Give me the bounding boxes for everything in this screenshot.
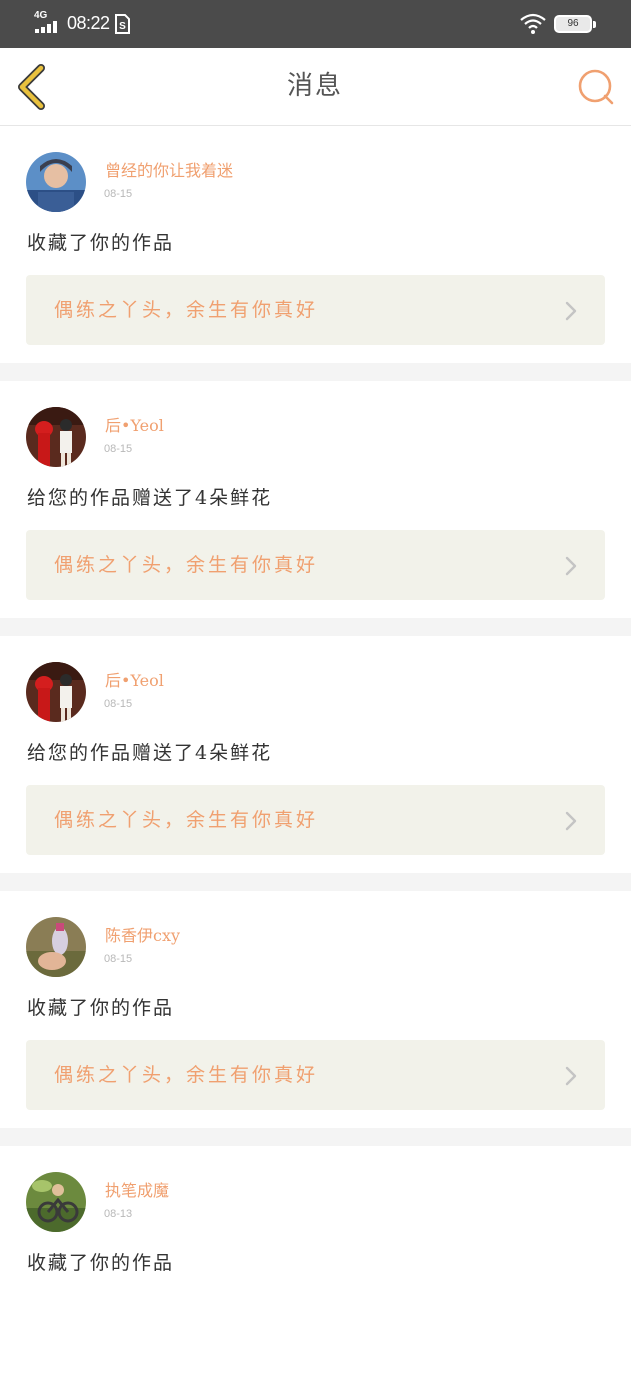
avatar[interactable] — [26, 152, 86, 212]
action-text: 收藏了你的作品 — [27, 1252, 175, 1274]
message-date: 08-13 — [104, 1208, 133, 1220]
message-item[interactable]: 曾经的你让我着迷 08-15 收藏了你的作品 偶练之丫头，余生有你真好 — [0, 126, 631, 363]
divider — [0, 1128, 631, 1146]
action-text: 给您的作品赠送了4朵鲜花 — [27, 742, 273, 764]
username[interactable]: 执笔成魔 — [105, 1180, 169, 1202]
network-type: 4G — [34, 10, 48, 21]
work-title: 偶练之丫头，余生有你真好 — [54, 1064, 319, 1086]
chevron-left-icon[interactable] — [14, 64, 50, 110]
status-bar: 4G 08:22 S 96 — [0, 0, 631, 48]
action-text: 收藏了你的作品 — [27, 232, 175, 254]
divider — [0, 873, 631, 891]
username[interactable]: 后•Yeol — [105, 415, 164, 437]
sim-icon: S — [115, 14, 130, 34]
message-date: 08-15 — [104, 953, 133, 965]
battery-level: 96 — [567, 18, 579, 29]
username[interactable]: 陈香伊cxy — [105, 925, 180, 947]
chevron-right-icon — [565, 1066, 577, 1086]
signal-icon — [35, 21, 61, 33]
divider — [0, 618, 631, 636]
work-title: 偶练之丫头，余生有你真好 — [54, 554, 319, 576]
work-title: 偶练之丫头，余生有你真好 — [54, 299, 319, 321]
action-text: 收藏了你的作品 — [27, 997, 175, 1019]
title-bar: 消息 — [0, 48, 631, 126]
message-list: 曾经的你让我着迷 08-15 收藏了你的作品 偶练之丫头，余生有你真好 后•Ye — [0, 126, 631, 1383]
username[interactable]: 后•Yeol — [105, 670, 164, 692]
message-date: 08-15 — [104, 698, 133, 710]
avatar[interactable] — [26, 1172, 86, 1232]
battery-icon: 96 — [554, 15, 592, 33]
avatar[interactable] — [26, 407, 86, 467]
battery-tip — [593, 21, 596, 28]
work-card[interactable]: 偶练之丫头，余生有你真好 — [26, 785, 605, 855]
search-icon[interactable] — [574, 66, 616, 108]
message-item[interactable]: 陈香伊cxy 08-15 收藏了你的作品 偶练之丫头，余生有你真好 — [0, 891, 631, 1128]
work-card[interactable]: 偶练之丫头，余生有你真好 — [26, 530, 605, 600]
username[interactable]: 曾经的你让我着迷 — [105, 160, 233, 182]
chevron-right-icon — [565, 556, 577, 576]
wifi-icon — [520, 13, 546, 34]
chevron-right-icon — [565, 811, 577, 831]
avatar[interactable] — [26, 662, 86, 722]
avatar[interactable] — [26, 917, 86, 977]
work-title: 偶练之丫头，余生有你真好 — [54, 809, 319, 831]
work-card[interactable]: 偶练之丫头，余生有你真好 — [26, 1040, 605, 1110]
chevron-right-icon — [565, 301, 577, 321]
svg-text:S: S — [119, 21, 126, 32]
work-card[interactable]: 偶练之丫头，余生有你真好 — [26, 275, 605, 345]
status-time: 08:22 — [67, 13, 110, 33]
page-title: 消息 — [286, 71, 343, 101]
message-date: 08-15 — [104, 188, 133, 200]
message-item[interactable]: 后•Yeol 08-15 给您的作品赠送了4朵鲜花 偶练之丫头，余生有你真好 — [0, 636, 631, 873]
message-item[interactable]: 后•Yeol 08-15 给您的作品赠送了4朵鲜花 偶练之丫头，余生有你真好 — [0, 381, 631, 618]
message-item[interactable]: 执笔成魔 08-13 收藏了你的作品 — [0, 1146, 631, 1383]
divider — [0, 363, 631, 381]
action-text: 给您的作品赠送了4朵鲜花 — [27, 487, 273, 509]
message-date: 08-15 — [104, 443, 133, 455]
